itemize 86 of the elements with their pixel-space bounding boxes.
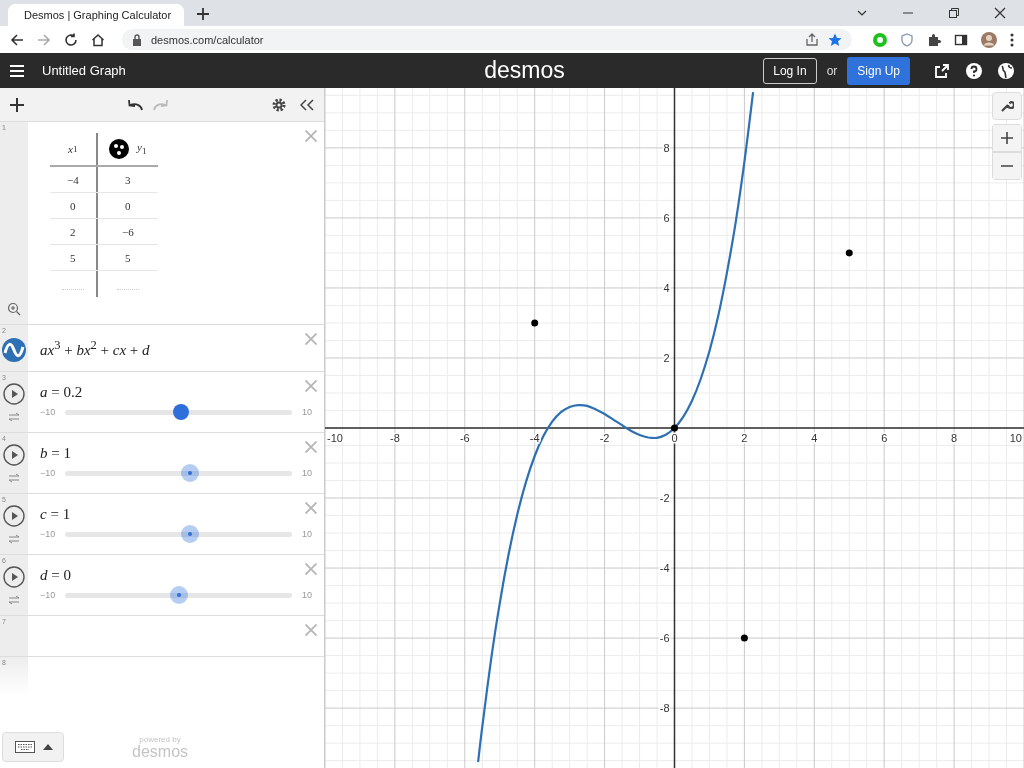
- x-tick-label: 0: [671, 432, 678, 444]
- y-tick-label: 8: [663, 141, 670, 154]
- help-icon[interactable]: [966, 62, 982, 79]
- play-icon[interactable]: [3, 444, 25, 466]
- y-tick-label: 6: [663, 211, 670, 224]
- wrench-icon: [1000, 99, 1014, 113]
- slider-expression[interactable]: b = 1: [40, 445, 312, 462]
- table-cell[interactable]: 3: [95, 167, 158, 192]
- logo: desmos: [484, 57, 565, 84]
- expression-input[interactable]: ax$^{3}$ + bx$^{2}$ + cx + d: [40, 337, 150, 359]
- footer-logo: desmos: [132, 744, 189, 760]
- address-bar[interactable]: desmos.com/calculator: [122, 29, 852, 50]
- graph-settings-button[interactable]: [992, 92, 1022, 120]
- table-cell[interactable]: −4: [50, 167, 96, 192]
- y-tick-label: -6: [659, 632, 670, 645]
- x-tick-label: -2: [599, 432, 610, 444]
- plus-icon: [1001, 132, 1013, 144]
- lock-icon: [132, 33, 142, 46]
- sidebar-icon[interactable]: [954, 32, 968, 47]
- close-icon[interactable]: [994, 7, 1006, 19]
- menu-icon[interactable]: [10, 64, 24, 77]
- keyboard-button[interactable]: [2, 732, 64, 762]
- slider-thumb[interactable]: [169, 586, 188, 604]
- x-tick-label: -10: [327, 432, 343, 444]
- slider-expression[interactable]: d = 0: [40, 567, 312, 584]
- keyboard-icon: [15, 741, 35, 753]
- data-point[interactable]: [845, 249, 853, 257]
- data-point[interactable]: [671, 424, 678, 432]
- home-icon[interactable]: [91, 32, 105, 47]
- data-point[interactable]: [740, 634, 748, 642]
- table-cell[interactable]: 2: [50, 219, 96, 244]
- x-tick-label: 6: [881, 432, 888, 444]
- tab-title: Desmos | Graphing Calculator: [24, 9, 172, 21]
- table-cell[interactable]: 5: [50, 245, 96, 270]
- new-tab-icon[interactable]: [196, 7, 210, 21]
- table-cell[interactable]: 0: [50, 193, 96, 218]
- avatar-icon[interactable]: [981, 31, 997, 48]
- back-icon[interactable]: [10, 32, 24, 47]
- zoom-in-button[interactable]: [992, 124, 1022, 152]
- x-tick-label: 2: [741, 432, 748, 444]
- data-point[interactable]: [531, 319, 539, 327]
- browser-tab[interactable]: Desmos | Graphing Calculator: [8, 4, 184, 26]
- play-icon[interactable]: [3, 505, 25, 527]
- table-cell[interactable]: 5: [95, 245, 158, 270]
- curve-icon[interactable]: [2, 338, 26, 362]
- x-tick-label: 8: [951, 432, 958, 444]
- slider-thumb[interactable]: [180, 525, 199, 543]
- x-tick-label: 4: [811, 432, 818, 444]
- add-icon[interactable]: [10, 97, 24, 112]
- kebab-menu-icon[interactable]: [1010, 32, 1014, 47]
- play-icon[interactable]: [3, 383, 25, 405]
- slider-expression[interactable]: a = 0.2: [40, 384, 312, 401]
- slider-thumb[interactable]: [172, 404, 189, 420]
- undo-icon[interactable]: [127, 98, 143, 111]
- y-tick-label: -8: [659, 702, 670, 715]
- y-tick-label: 4: [663, 281, 670, 294]
- caret-icon: [43, 744, 53, 750]
- url-text: desmos.com/calculator: [151, 33, 264, 46]
- table-cell[interactable]: 0: [95, 193, 158, 218]
- y-tick-label: 2: [663, 351, 670, 364]
- x-tick-label: -4: [529, 432, 540, 444]
- x-tick-label: 10: [1009, 432, 1022, 444]
- play-icon[interactable]: [3, 566, 25, 588]
- slider-expression[interactable]: c = 1: [40, 506, 312, 523]
- y-tick-label: -2: [659, 492, 670, 505]
- login-button[interactable]: Log In: [763, 57, 817, 84]
- restore-icon[interactable]: [948, 7, 960, 19]
- zoom-out-button[interactable]: [992, 152, 1022, 180]
- or-text: or: [826, 63, 838, 78]
- x-tick-label: -8: [390, 432, 400, 444]
- signup-button[interactable]: Sign Up: [847, 56, 910, 85]
- graph-title[interactable]: Untitled Graph: [42, 63, 126, 78]
- table-cell[interactable]: −6: [95, 219, 158, 244]
- shield-icon[interactable]: [900, 32, 914, 47]
- collapse-icon[interactable]: [300, 98, 314, 111]
- slider-thumb[interactable]: [180, 464, 199, 482]
- y-tick-label: -4: [659, 562, 670, 575]
- column-header: y$_{1}$: [137, 141, 147, 157]
- star-icon[interactable]: [828, 32, 842, 47]
- x-tick-label: -6: [459, 432, 470, 444]
- globe-icon[interactable]: [998, 62, 1014, 79]
- settings-icon[interactable]: [272, 97, 286, 112]
- point-style-icon[interactable]: [109, 139, 130, 159]
- reload-icon[interactable]: [64, 32, 78, 47]
- zoom-in-icon[interactable]: [7, 302, 21, 316]
- puzzle-icon[interactable]: [927, 32, 941, 47]
